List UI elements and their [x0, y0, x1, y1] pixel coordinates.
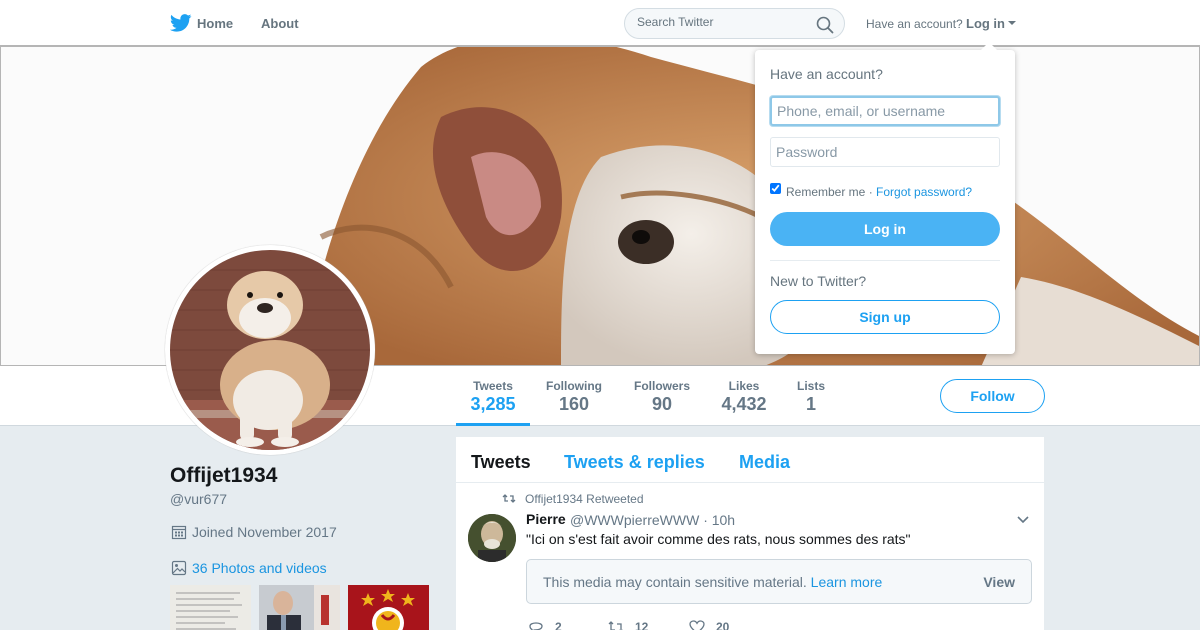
- tweet-author-handle[interactable]: @WWWpierreWWW · 10h: [570, 512, 735, 528]
- retweet-context[interactable]: Offijet1934 Retweeted: [525, 492, 644, 506]
- photos-videos-link[interactable]: 36 Photos and videos: [192, 560, 327, 576]
- tab-media[interactable]: Media: [739, 452, 790, 473]
- stat-tweets[interactable]: Tweets 3,285: [456, 366, 530, 426]
- top-navigation: Home About Have an account? Log in: [0, 0, 1200, 46]
- timeline: Tweets Tweets & replies Media Offijet193…: [456, 437, 1044, 630]
- signup-button[interactable]: Sign up: [770, 300, 1000, 334]
- profile-avatar[interactable]: [165, 245, 375, 455]
- remember-row: Remember me · Forgot password?: [786, 185, 972, 199]
- learn-more-link[interactable]: Learn more: [811, 574, 883, 590]
- stat-label: Likes: [728, 379, 760, 393]
- remember-me-label[interactable]: Remember me: [786, 185, 865, 199]
- reply-count: 2: [555, 620, 562, 630]
- tweet-time[interactable]: · 10h: [703, 512, 735, 528]
- timeline-tabs: Tweets Tweets & replies Media: [456, 437, 1044, 483]
- tab-tweets[interactable]: Tweets: [471, 452, 531, 473]
- handle-text[interactable]: @WWWpierreWWW: [570, 512, 699, 528]
- sensitive-media-notice: This media may contain sensitive materia…: [526, 559, 1032, 604]
- tweet-author-avatar[interactable]: [468, 514, 516, 562]
- follow-button[interactable]: Follow: [940, 379, 1045, 413]
- stat-lists[interactable]: Lists 1: [786, 366, 836, 426]
- reply-icon[interactable]: [528, 620, 544, 630]
- tab-tweets-replies[interactable]: Tweets & replies: [564, 452, 705, 473]
- retweet-icon[interactable]: [608, 620, 624, 630]
- calendar-icon: [171, 525, 187, 540]
- nav-home-link[interactable]: Home: [197, 16, 233, 31]
- search-input[interactable]: [637, 15, 807, 29]
- remember-me-checkbox[interactable]: [770, 183, 781, 194]
- media-thumbnail[interactable]: [259, 585, 340, 630]
- thumbnail-document-image: [170, 585, 251, 630]
- stat-value: 160: [558, 394, 590, 414]
- thumbnail-club-logo-image: [348, 585, 429, 630]
- stat-value: 3,285: [470, 394, 516, 414]
- nav-about-link[interactable]: About: [261, 16, 299, 31]
- username-field[interactable]: [770, 96, 1000, 126]
- like-count: 20: [716, 620, 730, 630]
- stat-value: 4,432: [721, 394, 767, 414]
- stat-label: Tweets: [473, 379, 513, 393]
- login-dropdown: Have an account? Remember me · Forgot pa…: [755, 42, 1015, 354]
- author-avatar-image: [468, 514, 516, 562]
- stat-followers[interactable]: Followers 90: [625, 366, 699, 426]
- twitter-bird-icon[interactable]: [170, 14, 192, 32]
- caret-down-icon[interactable]: [1008, 21, 1016, 25]
- separator: ·: [865, 185, 877, 199]
- image-icon: [171, 560, 187, 576]
- stat-label: Lists: [796, 379, 825, 393]
- login-dropdown-toggle[interactable]: Log in: [966, 16, 1005, 31]
- chevron-down-icon[interactable]: [1016, 515, 1030, 525]
- stat-value: 90: [651, 394, 673, 414]
- login-button[interactable]: Log in: [770, 212, 1000, 246]
- stat-label: Following: [546, 379, 602, 393]
- retweet-count: 12: [635, 620, 649, 630]
- have-account-text: Have an account?: [866, 17, 963, 31]
- media-thumbnail[interactable]: [170, 585, 251, 630]
- sensitive-text: This media may contain sensitive materia…: [543, 574, 807, 590]
- avatar-bulldog-image: [170, 250, 370, 450]
- stat-label: Followers: [633, 379, 690, 393]
- divider: [770, 260, 1000, 261]
- like-icon[interactable]: [689, 620, 705, 630]
- new-to-twitter-text: New to Twitter?: [770, 273, 867, 289]
- search-icon[interactable]: [816, 16, 834, 34]
- profile-handle[interactable]: @vur677: [170, 491, 227, 507]
- joined-date: Joined November 2017: [192, 524, 337, 540]
- stat-value: 1: [805, 394, 816, 414]
- retweet-icon: [502, 494, 516, 503]
- password-field[interactable]: [770, 137, 1000, 167]
- media-thumbnail[interactable]: [348, 585, 429, 630]
- forgot-password-link[interactable]: Forgot password?: [876, 185, 972, 199]
- view-media-button[interactable]: View: [983, 574, 1015, 590]
- stat-likes[interactable]: Likes 4,432: [707, 366, 781, 426]
- profile-name[interactable]: Offijet1934: [170, 464, 277, 488]
- sensitive-message: This media may contain sensitive materia…: [543, 574, 882, 590]
- tweet-text: "Ici on s'est fait avoir comme des rats,…: [526, 531, 911, 547]
- thumbnail-person-image: [259, 585, 340, 630]
- dropdown-title: Have an account?: [770, 66, 883, 82]
- stat-following[interactable]: Following 160: [537, 366, 611, 426]
- tweet-author-name[interactable]: Pierre: [526, 511, 566, 527]
- search-box[interactable]: [624, 8, 845, 39]
